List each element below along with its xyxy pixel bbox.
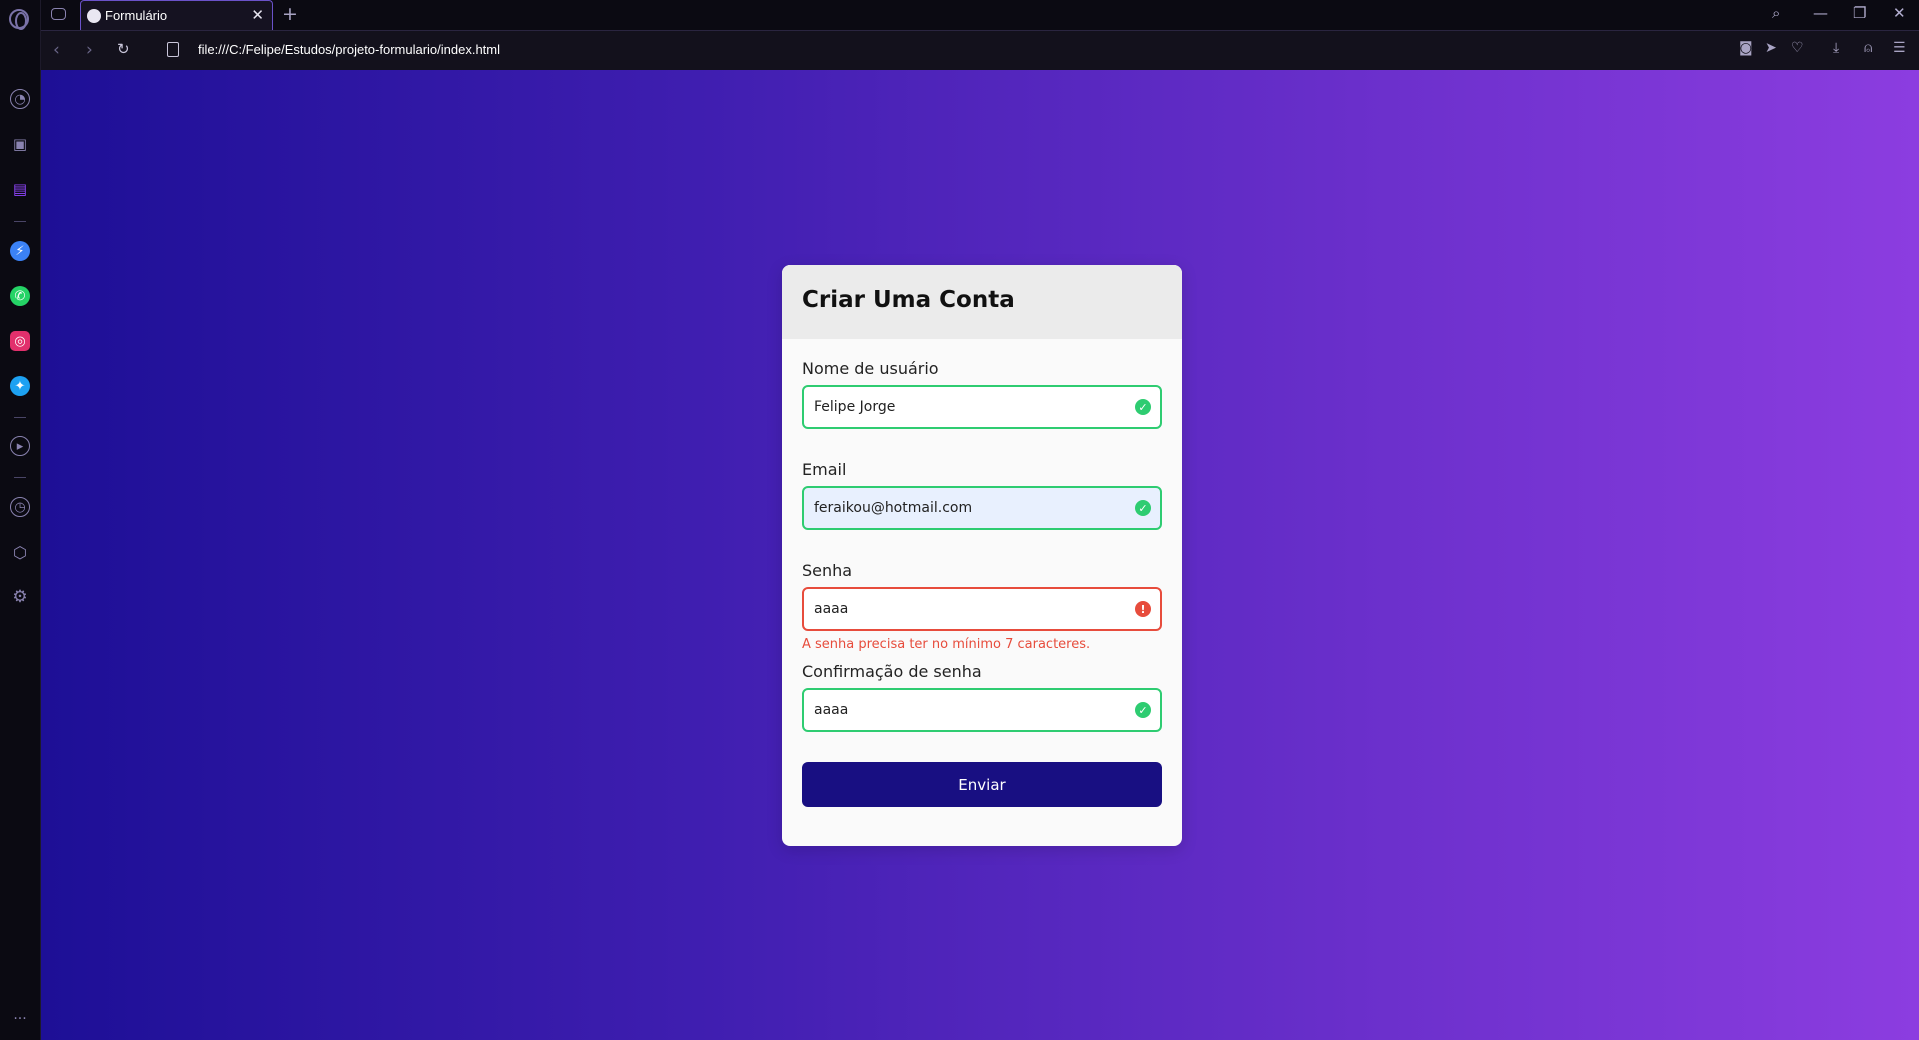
password-error-message: A senha precisa ter no mínimo 7 caracter… [802,637,1091,652]
page-title: Criar Uma Conta [802,287,1015,313]
back-icon[interactable]: ‹ [53,40,60,60]
username-input-box: ✓ [802,385,1162,429]
username-field-group: Nome de usuário ✓ [802,359,1162,429]
messenger-icon[interactable]: ⚡ [10,241,30,261]
bag-icon[interactable]: ▣ [10,134,30,154]
twitter-icon[interactable]: ✦ [10,376,30,396]
error-circle-icon: ! [1135,601,1151,617]
tab-bar: Formulário ✕ + ⌕ — ❐ ✕ [0,0,1919,30]
address-bar: ‹ › ↻ file:///C:/Felipe/Estudos/projeto-… [41,30,1919,70]
extensions-icon[interactable]: ⬡ [10,542,30,562]
password-input-box: ! [802,587,1162,631]
url-field[interactable]: file:///C:/Felipe/Estudos/projeto-formul… [198,42,500,57]
minimize-icon[interactable]: — [1813,4,1828,22]
check-circle-icon: ✓ [1135,399,1151,415]
email-field-group: Email ✓ [802,460,1162,530]
username-input[interactable] [804,387,1160,427]
whatsapp-icon[interactable]: ✆ [10,286,30,306]
twitch-icon[interactable]: ▤ [10,179,30,199]
search-tabs-icon[interactable]: ⌕ [1772,4,1780,22]
check-circle-icon: ✓ [1135,500,1151,516]
username-label: Nome de usuário [802,359,939,378]
download-icon[interactable]: ⤓ [1833,40,1839,56]
instagram-icon[interactable]: ◎ [10,331,30,351]
more-icon[interactable]: ··· [10,1009,30,1029]
close-window-icon[interactable]: ✕ [1893,4,1906,22]
password-confirm-input-box: ✓ [802,688,1162,732]
forward-icon[interactable]: › [86,40,93,60]
password-confirm-label: Confirmação de senha [802,662,982,681]
opera-logo-icon[interactable] [9,9,29,30]
send-icon[interactable]: ➤ [1765,40,1777,56]
tab-title: Formulário [105,8,168,23]
speed-dial-icon[interactable]: ◔ [10,89,30,109]
check-circle-icon: ✓ [1135,702,1151,718]
history-icon[interactable]: ◷ [10,497,30,517]
close-tab-icon[interactable]: ✕ [251,6,264,24]
password-label: Senha [802,561,853,580]
account-icon[interactable]: ⍝ [1864,40,1872,56]
menu-icon[interactable]: ☰ [1893,40,1906,56]
email-input[interactable] [804,488,1160,528]
page-viewport: Criar Uma Conta Nome de usuário ✓ Email … [41,70,1919,1040]
email-input-box: ✓ [802,486,1162,530]
card-header: Criar Uma Conta [782,265,1182,339]
browser-tab[interactable]: Formulário ✕ [80,0,273,30]
snapshot-icon[interactable]: ◙ [1739,40,1753,56]
settings-gear-icon[interactable]: ⚙ [10,587,30,607]
gx-control-icon[interactable] [51,8,66,20]
sidebar-divider [14,477,26,478]
email-label: Email [802,460,847,479]
new-tab-icon[interactable]: + [282,3,298,25]
sidebar-divider [14,221,26,222]
sidebar-divider [14,417,26,418]
heart-icon[interactable]: ♡ [1791,40,1804,56]
password-input[interactable] [804,589,1160,629]
restore-icon[interactable]: ❐ [1853,4,1866,22]
reload-icon[interactable]: ↻ [117,40,130,58]
signup-card: Criar Uma Conta Nome de usuário ✓ Email … [782,265,1182,846]
password-field-group: Senha ! A senha precisa ter no mínimo 7 … [802,561,1162,653]
signup-form: Nome de usuário ✓ Email ✓ Senha ! [782,339,1182,807]
globe-icon [87,9,101,23]
password-confirm-input[interactable] [804,690,1160,730]
sidebar: ◔ ▣ ▤ ⚡ ✆ ◎ ✦ ▸ ◷ ⬡ ⚙ ··· [0,0,41,1040]
password-confirm-field-group: Confirmação de senha ✓ [802,662,1162,732]
player-icon[interactable]: ▸ [10,436,30,456]
submit-button[interactable]: Enviar [802,762,1162,807]
page-info-icon[interactable] [167,42,179,57]
